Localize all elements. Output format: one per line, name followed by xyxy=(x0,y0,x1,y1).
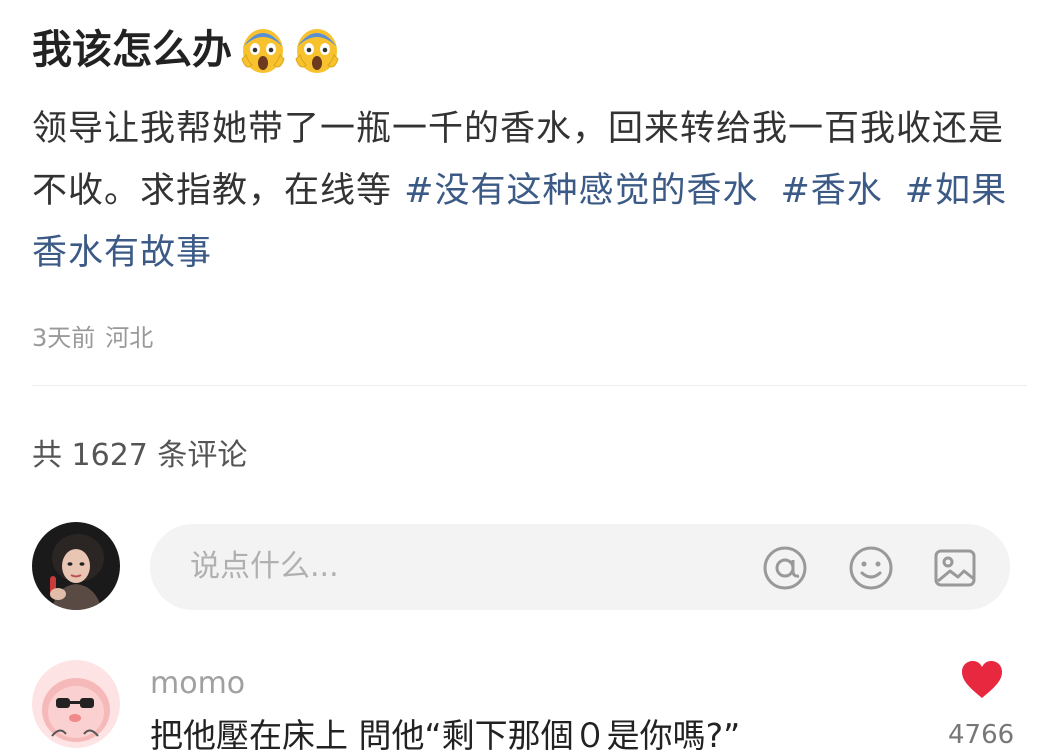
image-icon[interactable] xyxy=(932,545,978,591)
post-title: 我该怎么办 xyxy=(32,20,340,80)
post-detail-page: 我该怎么办 领导让我帮她带了一瓶一千的香水，回来转给我一百我收还是不收。求指教，… xyxy=(0,0,1041,750)
comment-text: 把他壓在床上 問他“剩下那個０是你嗎?” xyxy=(150,716,741,750)
post-body: 领导让我帮她带了一瓶一千的香水，回来转给我一百我收还是不收。求指教，在线等 #没… xyxy=(32,98,1017,284)
comment-count: 共 1627 条评论 xyxy=(32,438,248,473)
like-heart-icon[interactable] xyxy=(960,660,1004,700)
comment-username[interactable]: momo xyxy=(150,662,245,706)
scream-emoji-icon xyxy=(294,25,340,75)
comment-input-box[interactable]: 说点什么... xyxy=(150,524,1010,610)
at-mention-icon[interactable] xyxy=(762,545,808,591)
scream-emoji-icon xyxy=(240,25,286,75)
post-location: 河北 xyxy=(105,324,154,352)
divider xyxy=(32,385,1027,386)
like-count: 4766 xyxy=(948,720,1015,750)
post-time: 3天前 xyxy=(32,324,96,352)
post-meta: 3天前 河北 xyxy=(32,318,153,358)
comment-avatar[interactable] xyxy=(32,660,120,748)
comment-input-placeholder[interactable]: 说点什么... xyxy=(190,544,339,590)
hashtag-link[interactable]: #没有这种感觉的香水 xyxy=(404,171,758,211)
post-title-text: 我该怎么办 xyxy=(32,27,232,73)
hashtag-link[interactable]: #香水 xyxy=(780,171,882,211)
emoji-icon[interactable] xyxy=(848,545,894,591)
current-user-avatar[interactable] xyxy=(32,522,120,610)
